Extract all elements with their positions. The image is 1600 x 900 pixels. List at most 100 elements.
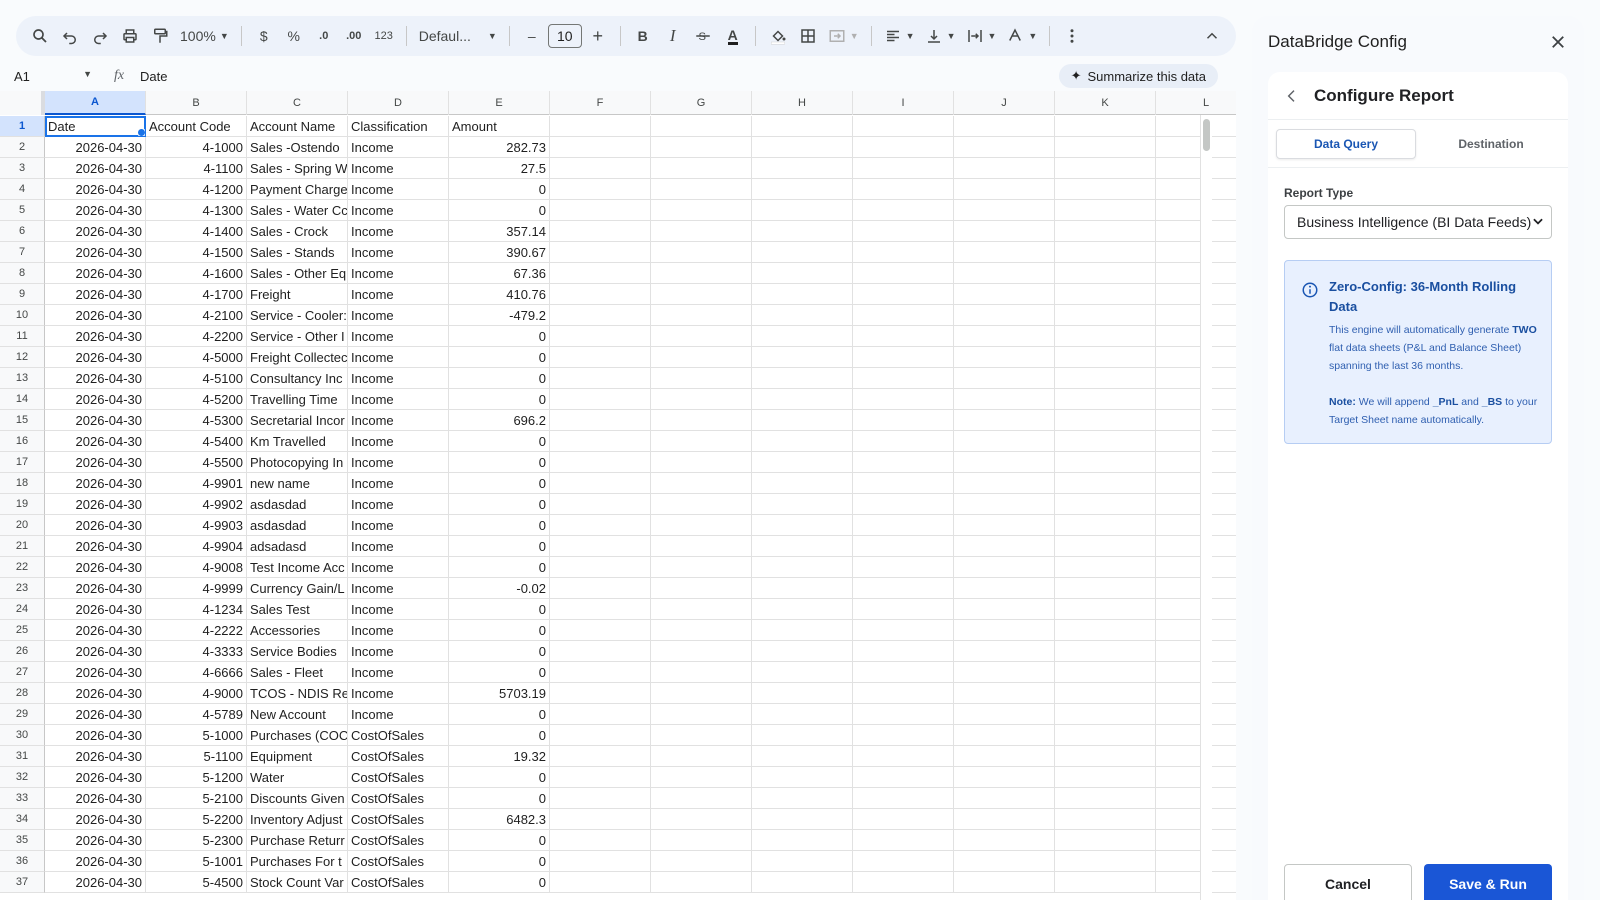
- cell[interactable]: [954, 389, 1055, 410]
- cell[interactable]: CostOfSales: [348, 872, 449, 893]
- cell[interactable]: [954, 641, 1055, 662]
- strikethrough-icon[interactable]: S: [689, 22, 717, 50]
- cell[interactable]: Sales - Spring W: [247, 158, 348, 179]
- cell[interactable]: [651, 746, 752, 767]
- cell[interactable]: Income: [348, 305, 449, 326]
- cell[interactable]: [853, 137, 954, 158]
- cell[interactable]: [853, 599, 954, 620]
- cell[interactable]: [1055, 767, 1156, 788]
- cell[interactable]: Freight: [247, 284, 348, 305]
- cell[interactable]: [651, 305, 752, 326]
- cell[interactable]: 2026-04-30: [45, 746, 146, 767]
- row-header[interactable]: 7: [0, 242, 45, 263]
- cell[interactable]: [1156, 830, 1236, 851]
- cell[interactable]: [853, 200, 954, 221]
- cell[interactable]: [550, 431, 651, 452]
- cell[interactable]: Sales - Other Eq: [247, 263, 348, 284]
- cell[interactable]: 390.67: [449, 242, 550, 263]
- cell[interactable]: [1156, 284, 1236, 305]
- cell[interactable]: Secretarial Incor: [247, 410, 348, 431]
- cell[interactable]: Income: [348, 515, 449, 536]
- cell[interactable]: Sales - Fleet: [247, 662, 348, 683]
- cell[interactable]: [752, 872, 853, 893]
- row-header[interactable]: 15: [0, 410, 45, 431]
- cell[interactable]: New Account: [247, 704, 348, 725]
- cell[interactable]: [1055, 473, 1156, 494]
- borders-icon[interactable]: [794, 22, 822, 50]
- cell[interactable]: [752, 389, 853, 410]
- cell[interactable]: [651, 851, 752, 872]
- cell[interactable]: [1156, 116, 1236, 137]
- cell[interactable]: [651, 473, 752, 494]
- cell[interactable]: [1055, 326, 1156, 347]
- cell[interactable]: Income: [348, 389, 449, 410]
- cell[interactable]: 4-2222: [146, 620, 247, 641]
- cell[interactable]: 5-1001: [146, 851, 247, 872]
- cell[interactable]: [651, 641, 752, 662]
- cell[interactable]: [550, 200, 651, 221]
- cell[interactable]: [1156, 788, 1236, 809]
- cell[interactable]: 5-1200: [146, 767, 247, 788]
- cell[interactable]: [1156, 515, 1236, 536]
- font-select[interactable]: Defaul... ▼: [415, 22, 501, 50]
- cell[interactable]: [1156, 536, 1236, 557]
- cell[interactable]: [550, 221, 651, 242]
- cell[interactable]: 5703.19: [449, 683, 550, 704]
- cell[interactable]: [752, 599, 853, 620]
- cell[interactable]: [1156, 557, 1236, 578]
- cell[interactable]: [550, 641, 651, 662]
- cell[interactable]: [651, 200, 752, 221]
- close-icon[interactable]: [1546, 30, 1570, 54]
- cell[interactable]: 0: [449, 788, 550, 809]
- cell[interactable]: Classification: [348, 116, 449, 137]
- cell[interactable]: CostOfSales: [348, 725, 449, 746]
- cell[interactable]: 5-2200: [146, 809, 247, 830]
- chevron-left-icon[interactable]: [1284, 88, 1300, 104]
- cell[interactable]: 2026-04-30: [45, 242, 146, 263]
- cell[interactable]: [752, 641, 853, 662]
- cell[interactable]: [954, 326, 1055, 347]
- row-header[interactable]: 8: [0, 263, 45, 284]
- cell[interactable]: [752, 746, 853, 767]
- cell[interactable]: [752, 683, 853, 704]
- cell[interactable]: [550, 242, 651, 263]
- percent-format-button[interactable]: %: [280, 22, 308, 50]
- font-size-input[interactable]: 10: [547, 24, 582, 48]
- search-icon[interactable]: [26, 22, 54, 50]
- cell[interactable]: [651, 767, 752, 788]
- cell[interactable]: 0: [449, 389, 550, 410]
- cell[interactable]: Income: [348, 578, 449, 599]
- cell[interactable]: 357.14: [449, 221, 550, 242]
- font-size-decrease-button[interactable]: –: [518, 22, 546, 50]
- row-header[interactable]: 33: [0, 788, 45, 809]
- cell[interactable]: 2026-04-30: [45, 599, 146, 620]
- cell[interactable]: [1156, 599, 1236, 620]
- cell[interactable]: [954, 851, 1055, 872]
- cell[interactable]: [1156, 242, 1236, 263]
- cell[interactable]: [752, 515, 853, 536]
- cell[interactable]: [954, 221, 1055, 242]
- cell[interactable]: [550, 536, 651, 557]
- text-wrap-icon[interactable]: ▼: [962, 22, 1001, 50]
- cell[interactable]: 4-1234: [146, 599, 247, 620]
- cell[interactable]: [1055, 578, 1156, 599]
- cell[interactable]: [1055, 284, 1156, 305]
- cell[interactable]: 696.2: [449, 410, 550, 431]
- column-header-d[interactable]: D: [348, 91, 449, 115]
- row-header[interactable]: 2: [0, 137, 45, 158]
- cell[interactable]: [550, 494, 651, 515]
- row-header[interactable]: 37: [0, 872, 45, 893]
- cell[interactable]: [1055, 788, 1156, 809]
- cell[interactable]: Purchases (COC: [247, 725, 348, 746]
- cell[interactable]: [1055, 116, 1156, 137]
- cell[interactable]: 2026-04-30: [45, 347, 146, 368]
- column-header-c[interactable]: C: [247, 91, 348, 115]
- cell[interactable]: [651, 137, 752, 158]
- cell[interactable]: Sales - Stands: [247, 242, 348, 263]
- cell[interactable]: [954, 809, 1055, 830]
- row-header[interactable]: 28: [0, 683, 45, 704]
- cell[interactable]: Water: [247, 767, 348, 788]
- cell[interactable]: [651, 662, 752, 683]
- bold-button[interactable]: B: [629, 22, 657, 50]
- cell[interactable]: [550, 389, 651, 410]
